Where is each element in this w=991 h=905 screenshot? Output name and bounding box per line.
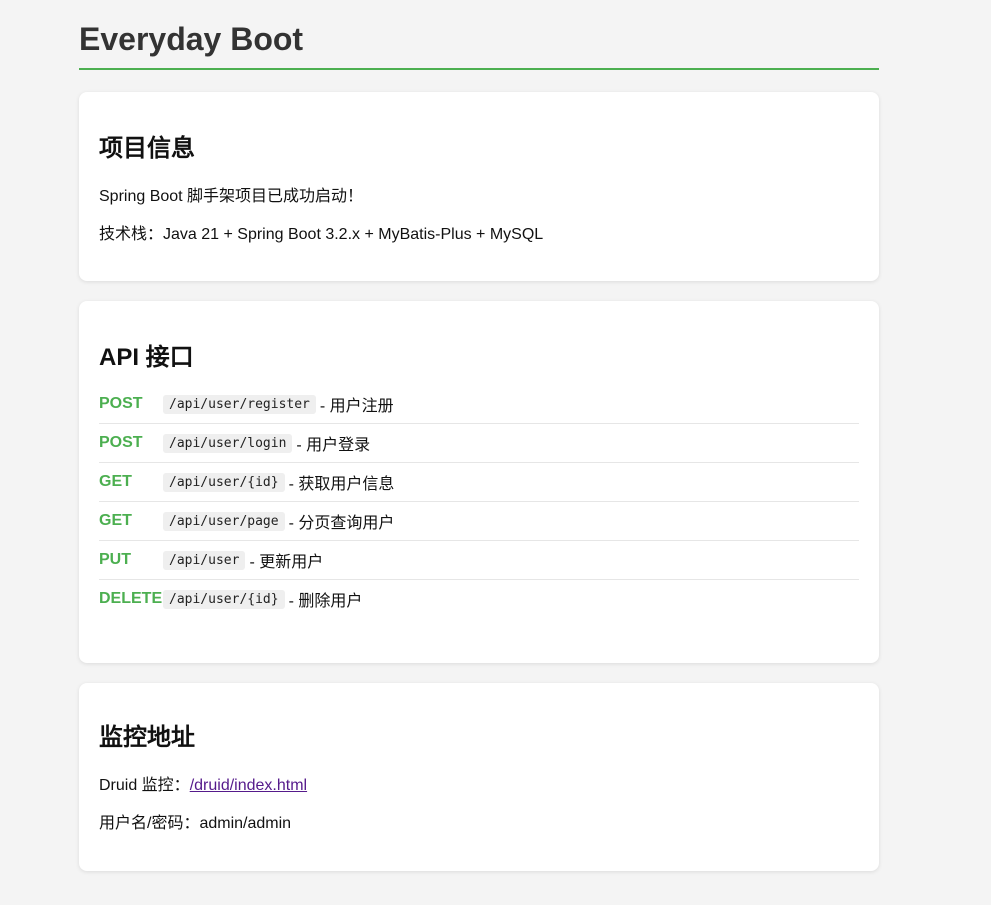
api-method: GET: [99, 473, 132, 490]
api-list: POST /api/user/register - 用户注册 POST /api…: [99, 385, 859, 618]
api-path: /api/user/login: [163, 433, 293, 453]
project-info-card: 项目信息 Spring Boot 脚手架项目已成功启动！ 技术栈：Java 21…: [79, 92, 879, 281]
api-desc: - 更新用户: [249, 554, 324, 571]
api-path: /api/user/{id}: [163, 472, 285, 492]
api-card: API 接口 POST /api/user/register - 用户注册 PO…: [79, 301, 879, 663]
druid-link[interactable]: /druid/index.html: [190, 777, 307, 794]
project-status-text: Spring Boot 脚手架项目已成功启动！: [99, 188, 364, 205]
api-method: PUT: [99, 551, 131, 568]
api-row-page-users: GET /api/user/page - 分页查询用户: [99, 502, 859, 541]
druid-label: Druid 监控：: [99, 777, 190, 794]
api-desc: - 用户注册: [319, 398, 394, 415]
api-row-login: POST /api/user/login - 用户登录: [99, 424, 859, 463]
api-desc: - 用户登录: [296, 437, 371, 454]
api-heading: API 接口: [99, 344, 194, 371]
api-path: /api/user: [163, 550, 246, 570]
page-title: Everyday Boot: [79, 0, 879, 70]
api-method: POST: [99, 395, 143, 412]
monitor-heading: 监控地址: [99, 724, 195, 751]
api-method: DELETE: [99, 590, 163, 607]
api-row-get-user: GET /api/user/{id} - 获取用户信息: [99, 463, 859, 502]
page-container: Everyday Boot 项目信息 Spring Boot 脚手架项目已成功启…: [79, 0, 879, 871]
druid-line: Druid 监控：/druid/index.html: [99, 776, 859, 796]
monitor-card: 监控地址 Druid 监控：/druid/index.html 用户名/密码：a…: [79, 683, 879, 871]
project-info-heading: 项目信息: [99, 135, 195, 162]
api-desc: - 删除用户: [288, 593, 363, 610]
api-method: POST: [99, 434, 143, 451]
api-row-register: POST /api/user/register - 用户注册: [99, 385, 859, 424]
api-path: /api/user/page: [163, 511, 285, 531]
api-desc: - 分页查询用户: [288, 515, 395, 532]
tech-stack-text: 技术栈：Java 21 + Spring Boot 3.2.x + MyBati…: [99, 226, 544, 243]
api-path: /api/user/register: [163, 394, 316, 414]
api-row-delete-user: DELETE /api/user/{id} - 删除用户: [99, 580, 859, 618]
api-row-update-user: PUT /api/user - 更新用户: [99, 541, 859, 580]
credentials-text: 用户名/密码：admin/admin: [99, 815, 292, 832]
api-desc: - 获取用户信息: [288, 476, 395, 493]
api-path: /api/user/{id}: [163, 589, 285, 609]
api-method: GET: [99, 512, 132, 529]
